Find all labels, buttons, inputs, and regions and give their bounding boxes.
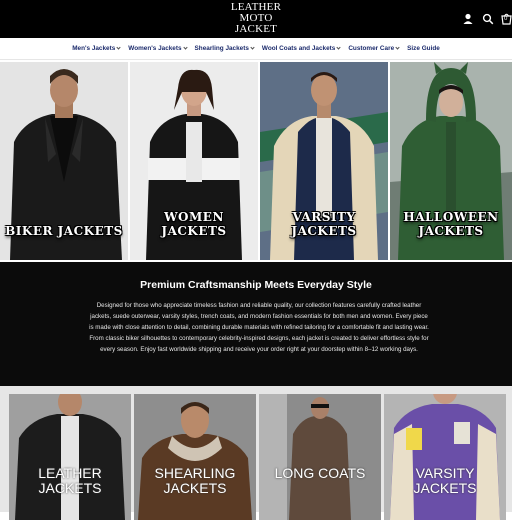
hero-panel-biker[interactable]: BIKER JACKETS [0, 62, 128, 260]
hero-panel-halloween[interactable]: HALLOWEEN JACKETS [390, 62, 512, 260]
nav-item-mens-jackets[interactable]: Men's Jackets [72, 45, 121, 52]
chevron-down-icon [182, 45, 188, 50]
hero-banner: BIKER JACKETS WOMEN JACKETS VARSITY JACK… [0, 62, 512, 260]
site-logo[interactable]: LEATHER MOTO JACKET [218, 2, 294, 36]
nav-item-womens-jackets[interactable]: Women's Jackets [128, 45, 188, 52]
category-label: LONG COATS [274, 465, 366, 481]
nav-item-shearling-jackets[interactable]: Shearling Jackets [195, 45, 255, 52]
category-card-varsity-jackets[interactable]: VARSITY JACKETS [384, 394, 506, 520]
cart-icon[interactable]: 0 [500, 12, 512, 26]
category-card-shearling-jackets[interactable]: SHEARLING JACKETS [134, 394, 256, 520]
category-image [259, 394, 381, 520]
category-image [384, 394, 506, 520]
section-title: Premium Craftsmanship Meets Everyday Sty… [140, 279, 372, 291]
category-image [9, 394, 131, 520]
chevron-down-icon [250, 45, 255, 50]
category-grid: LEATHER JACKETS SHEARLING JACKETS LONG C… [0, 386, 512, 520]
hero-caption: VARSITY JACKETS [291, 210, 357, 238]
cart-count: 0 [504, 16, 508, 22]
hero-panel-varsity[interactable]: VARSITY JACKETS [260, 62, 388, 260]
chevron-down-icon [336, 45, 341, 50]
category-label: VARSITY JACKETS [413, 465, 477, 496]
nav-item-customer-care[interactable]: Customer Care [348, 45, 400, 52]
hero-caption: HALLOWEEN JACKETS [403, 210, 499, 238]
nav-item-wool-coats[interactable]: Wool Coats and Jackets [262, 45, 341, 52]
section-description: Designed for those who appreciate timele… [89, 302, 429, 353]
chevron-down-icon [116, 45, 121, 50]
category-image [134, 394, 256, 520]
category-label: SHEARLING JACKETS [154, 465, 236, 496]
hero-caption: WOMEN JACKETS [161, 210, 227, 238]
intro-section: Premium Craftsmanship Meets Everyday Sty… [0, 262, 512, 386]
category-label: LEATHER JACKETS [38, 465, 102, 496]
category-card-long-coats[interactable]: LONG COATS [259, 394, 381, 520]
logo-line-3: JACKET [234, 23, 278, 35]
search-icon[interactable] [481, 12, 495, 26]
chevron-down-icon [395, 45, 400, 50]
category-card-leather-jackets[interactable]: LEATHER JACKETS [9, 394, 131, 520]
site-header: LEATHER MOTO JACKET 0 [0, 0, 512, 38]
nav-item-size-guide[interactable]: Size Guide [407, 45, 440, 52]
user-icon[interactable] [461, 12, 475, 26]
hero-panel-women[interactable]: WOMEN JACKETS [130, 62, 258, 260]
hero-caption: BIKER JACKETS [5, 224, 123, 238]
main-nav: Men's Jackets Women's Jackets Shearling … [0, 38, 512, 60]
